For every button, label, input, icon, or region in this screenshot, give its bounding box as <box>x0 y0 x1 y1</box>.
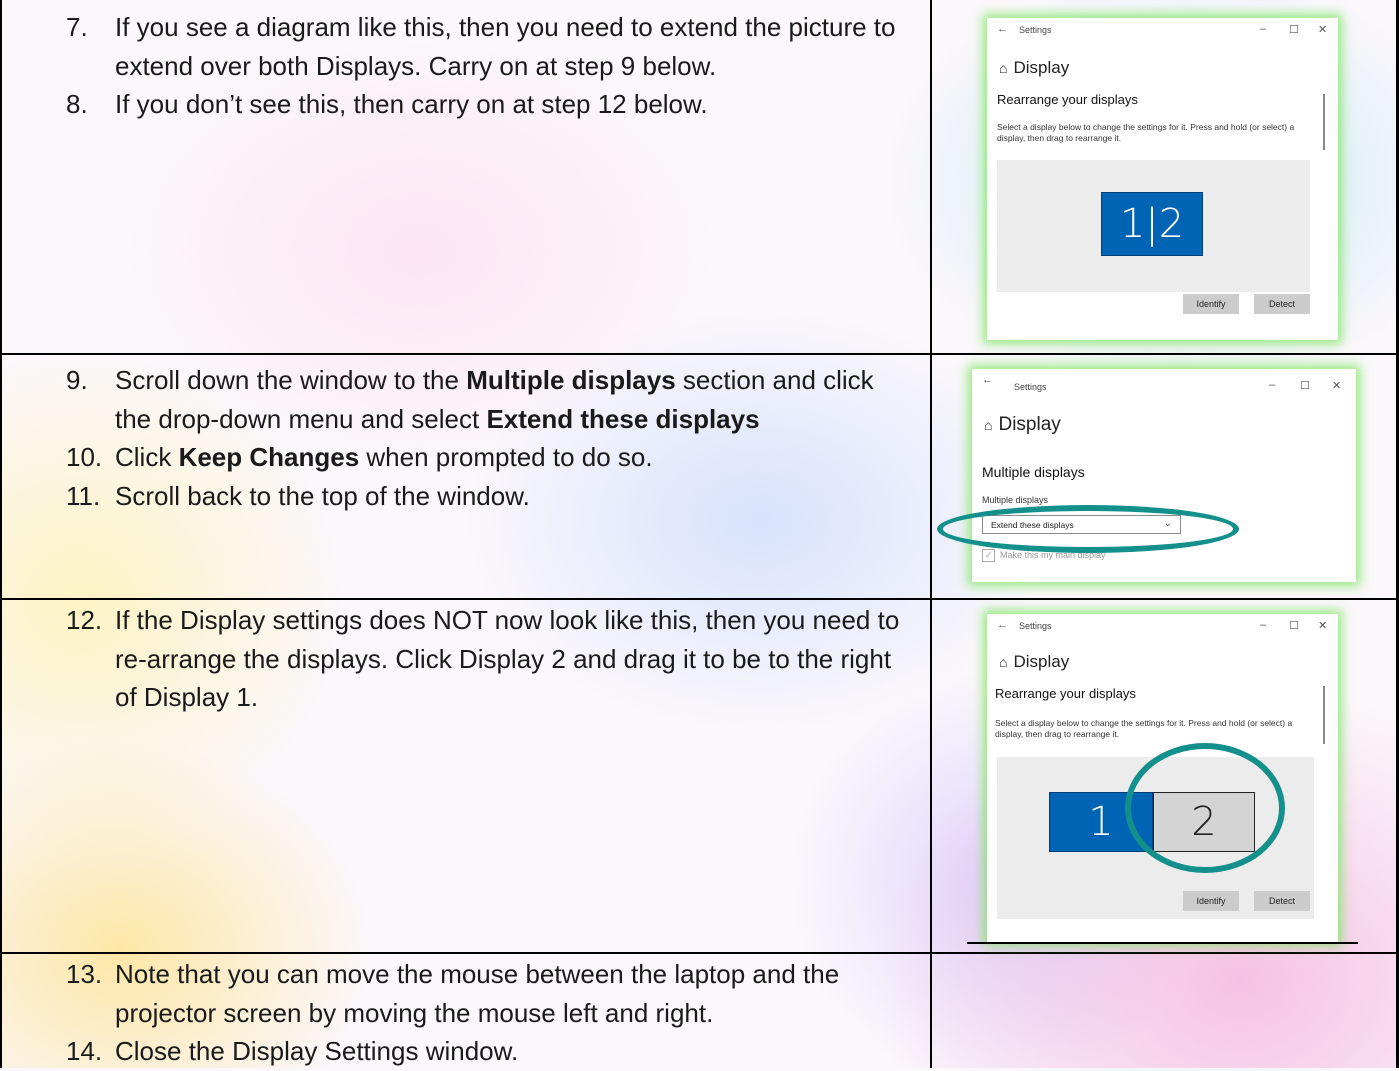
step-number: 7. <box>66 12 88 42</box>
back-arrow-icon[interactable]: ← <box>997 619 1008 631</box>
screenshot-underline <box>967 942 1358 944</box>
step-text: Close the Display Settings window. <box>115 1036 519 1066</box>
table-border-left <box>0 0 2 1068</box>
page-title: Display <box>998 414 1061 435</box>
row-3-text: 12. If the Display settings does NOT now … <box>66 601 906 717</box>
maximize-icon[interactable]: ☐ <box>1289 23 1299 36</box>
row-divider-2 <box>0 598 1399 600</box>
section-description: Select a display below to change the set… <box>997 122 1295 143</box>
step-text: If the Display settings does NOT now loo… <box>115 605 900 712</box>
step-text: Note that you can move the mouse between… <box>115 959 840 1028</box>
home-icon: ⌂ <box>999 60 1008 76</box>
instruction-table: 7. If you see a diagram like this, then y… <box>0 0 1399 1068</box>
title-bar: ← Settings – ☐ ✕ <box>987 614 1338 638</box>
page-title: Display <box>1013 652 1070 671</box>
display-arrangement-canvas[interactable]: 1|2 <box>997 160 1310 292</box>
title-bar: ← Settings – ☐ ✕ <box>987 18 1338 42</box>
step-item: 11. Scroll back to the top of the window. <box>66 477 906 516</box>
settings-screenshot-1: ← Settings – ☐ ✕ ⌂ Display Rearrange your… <box>987 18 1338 340</box>
monitor-1-2[interactable]: 1|2 <box>1101 192 1203 256</box>
step-text-bold: Extend these displays <box>486 403 760 434</box>
table-divider-vertical <box>930 0 932 1068</box>
row-divider-3 <box>0 952 1399 954</box>
minimize-icon[interactable]: – <box>1260 619 1266 631</box>
row-1-text: 7. If you see a diagram like this, then y… <box>66 8 896 124</box>
section-title: Rearrange your displays <box>997 92 1138 107</box>
close-icon[interactable]: ✕ <box>1318 619 1327 632</box>
close-icon[interactable]: ✕ <box>1318 23 1327 36</box>
page-header: ⌂ Display <box>999 58 1069 78</box>
step-text-bold: Multiple displays <box>466 365 676 395</box>
home-icon: ⌂ <box>999 654 1008 670</box>
minimize-icon[interactable]: – <box>1269 379 1275 391</box>
step-number: 9. <box>66 365 88 395</box>
step-text: Scroll down the window to the <box>115 365 467 395</box>
section-title: Rearrange your displays <box>995 686 1136 701</box>
page-header: ⌂ Display <box>999 652 1069 672</box>
section-title: Multiple displays <box>982 464 1085 480</box>
window-title: Settings <box>1019 25 1052 35</box>
section-description: Select a display below to change the set… <box>995 718 1293 739</box>
step-number: 14. <box>66 1036 103 1066</box>
minimize-icon[interactable]: – <box>1260 23 1266 35</box>
step-number: 11. <box>66 480 101 511</box>
back-arrow-icon[interactable]: ← <box>982 374 993 386</box>
highlight-ellipse <box>937 505 1239 553</box>
step-item: 14. Close the Display Settings window. <box>66 1032 906 1071</box>
step-number: 8. <box>66 89 88 119</box>
checkbox-icon[interactable]: ✓ <box>982 549 995 562</box>
home-icon: ⌂ <box>984 417 993 433</box>
dropdown-label: Multiple displays <box>982 495 1049 505</box>
detect-button[interactable]: Detect <box>1254 294 1310 314</box>
step-text: If you don’t see this, then carry on at … <box>115 89 708 119</box>
step-item: 7. If you see a diagram like this, then y… <box>66 8 896 85</box>
maximize-icon[interactable]: ☐ <box>1289 619 1299 632</box>
scrollbar[interactable] <box>1323 94 1325 150</box>
page-header: ⌂ Display <box>984 414 1061 436</box>
highlight-circle <box>1125 743 1285 873</box>
row-4-text: 13. Note that you can move the mouse betw… <box>66 955 906 1071</box>
step-text-bold: Keep Changes <box>178 442 360 472</box>
step-text: when prompted to do so. <box>359 442 653 472</box>
row-2-text: 9. Scroll down the window to the Multiple… <box>66 361 906 515</box>
step-item: 10. Click Keep Changes when prompted to d… <box>66 438 906 477</box>
identify-button[interactable]: Identify <box>1183 891 1239 911</box>
detect-button[interactable]: Detect <box>1254 891 1310 911</box>
step-number: 10. <box>66 442 103 472</box>
step-text: Click <box>115 442 179 472</box>
row-divider-1 <box>0 353 1399 355</box>
step-number: 13. <box>66 959 103 989</box>
title-bar: ← Settings – ☐ ✕ <box>972 369 1356 393</box>
step-item: 13. Note that you can move the mouse betw… <box>66 955 906 1032</box>
identify-button[interactable]: Identify <box>1183 294 1239 314</box>
step-item: 12. If the Display settings does NOT now … <box>66 601 906 717</box>
scrollbar[interactable] <box>1323 686 1325 744</box>
close-icon[interactable]: ✕ <box>1332 379 1341 392</box>
step-item: 9. Scroll down the window to the Multiple… <box>66 361 906 438</box>
window-title: Settings <box>1019 621 1052 631</box>
page-title: Display <box>1013 58 1070 77</box>
step-item: 8. If you don’t see this, then carry on a… <box>66 85 896 124</box>
step-text: If you see a diagram like this, then you… <box>115 12 896 81</box>
step-number: 12. <box>66 605 103 635</box>
maximize-icon[interactable]: ☐ <box>1300 379 1310 392</box>
step-text: Scroll back to the top of the window. <box>115 480 530 511</box>
window-title: Settings <box>1014 382 1047 392</box>
back-arrow-icon[interactable]: ← <box>997 23 1008 35</box>
